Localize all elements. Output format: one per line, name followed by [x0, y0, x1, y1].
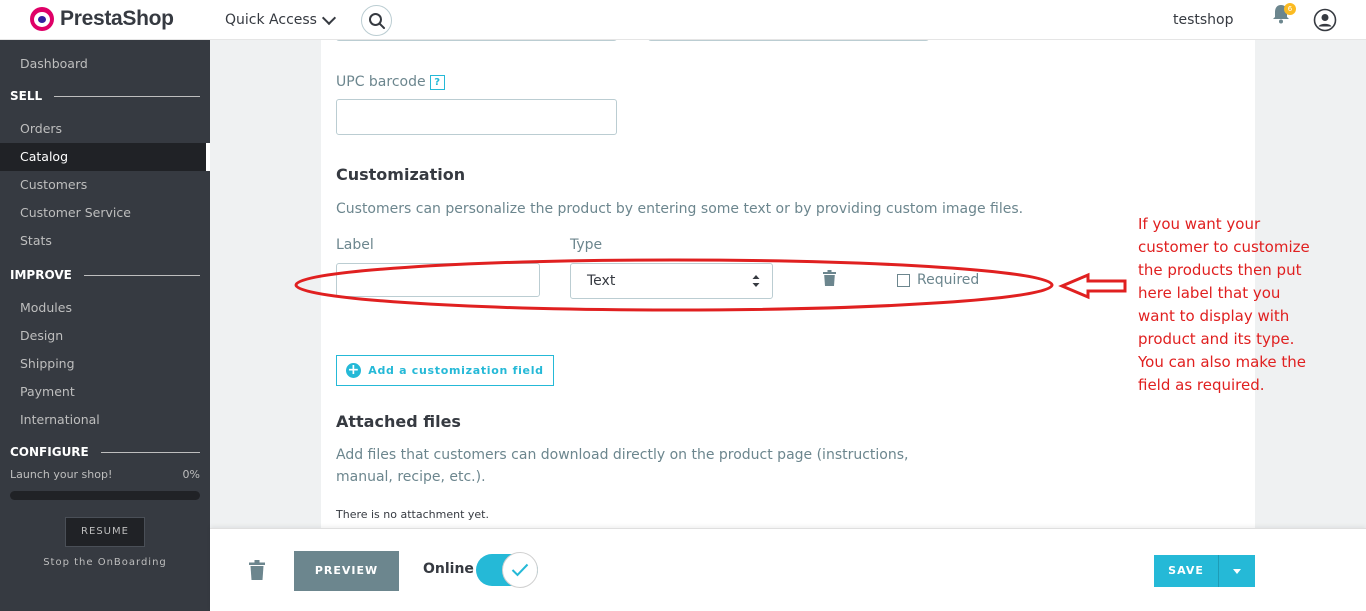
annotation-line: want to display with: [1138, 307, 1290, 325]
product-footer-bar: PREVIEW Online SAVE: [210, 528, 1366, 611]
online-label: Online: [423, 561, 474, 577]
caret-down-icon: [1233, 568, 1241, 574]
customization-description: Customers can personalize the product by…: [336, 201, 1024, 217]
annotation-line: You can also make the: [1138, 353, 1307, 371]
customization-label-input[interactable]: [336, 263, 540, 297]
annotation-line: product and its type.: [1138, 330, 1295, 348]
toggle-knob: [502, 552, 538, 588]
attached-files-description-line2: manual, recipe, etc.).: [336, 469, 486, 485]
delete-customization-icon[interactable]: [823, 270, 836, 286]
upc-label: UPC barcode?: [336, 74, 445, 90]
shop-name-link[interactable]: testshop: [1173, 12, 1234, 28]
no-attachment-text: There is no attachment yet.: [336, 508, 489, 521]
annotation-line: here label that you: [1138, 284, 1281, 302]
preview-button[interactable]: PREVIEW: [294, 551, 399, 591]
sidebar-item-international[interactable]: International: [0, 406, 210, 434]
sidebar: Dashboard SELL Orders Catalog Customers …: [0, 40, 210, 611]
attached-files-title: Attached files: [336, 412, 461, 431]
top-bar: PrestaShop Quick Access testshop 6: [0, 0, 1366, 40]
sidebar-item-customers[interactable]: Customers: [0, 171, 210, 199]
resume-button[interactable]: RESUME: [65, 517, 145, 547]
section-divider: [100, 451, 200, 453]
prestashop-logo[interactable]: PrestaShop: [30, 7, 174, 31]
logo-text: PrestaShop: [60, 7, 174, 30]
delete-product-icon[interactable]: [249, 560, 265, 580]
section-title: IMPROVE: [10, 268, 72, 282]
attached-files-description-line1: Add files that customers can download di…: [336, 447, 909, 463]
launch-progress-text: 0%: [182, 468, 200, 481]
annotation-line: customer to customize: [1138, 238, 1310, 256]
type-select-value: Text: [587, 273, 616, 289]
plus-circle-icon: +: [346, 362, 362, 378]
launch-shop-row: Launch your shop! 0%: [10, 468, 200, 481]
search-button[interactable]: [361, 5, 392, 36]
required-label: Required: [917, 272, 980, 288]
customization-type-select[interactable]: Text: [570, 263, 773, 299]
annotation-line: field as required.: [1138, 376, 1265, 394]
help-icon[interactable]: ?: [429, 75, 445, 90]
sidebar-section-sell: SELL: [10, 89, 200, 103]
select-arrows-icon: [752, 275, 760, 287]
sidebar-item-modules[interactable]: Modules: [0, 294, 210, 322]
sidebar-item-dashboard[interactable]: Dashboard: [0, 50, 210, 78]
label-column-header: Label: [336, 237, 374, 253]
chevron-down-icon: [321, 10, 337, 25]
add-customization-field-button[interactable]: + Add a customization field: [336, 355, 554, 386]
search-icon: [368, 12, 385, 29]
section-divider: [83, 274, 200, 276]
section-divider: [54, 95, 200, 97]
section-title: SELL: [10, 89, 43, 103]
launch-label: Launch your shop!: [10, 468, 113, 481]
sidebar-item-design[interactable]: Design: [0, 322, 210, 350]
sidebar-item-customer-service[interactable]: Customer Service: [0, 199, 210, 227]
section-title: CONFIGURE: [10, 445, 89, 459]
sidebar-section-configure: CONFIGURE: [10, 445, 200, 459]
notification-badge: 6: [1284, 3, 1296, 15]
stop-onboarding-link[interactable]: Stop the OnBoarding: [0, 557, 210, 568]
quick-access-dropdown[interactable]: Quick Access: [225, 10, 337, 28]
upc-label-text: UPC barcode: [336, 74, 426, 90]
sidebar-item-payment[interactable]: Payment: [0, 378, 210, 406]
sidebar-item-catalog[interactable]: Catalog: [0, 143, 210, 171]
save-button[interactable]: SAVE: [1154, 555, 1218, 587]
sidebar-item-stats[interactable]: Stats: [0, 227, 210, 255]
prestashop-logo-icon: [30, 7, 54, 31]
user-avatar-icon[interactable]: [1313, 8, 1337, 32]
annotation-text: If you want your customer to customize t…: [1138, 213, 1338, 397]
sidebar-section-improve: IMPROVE: [10, 268, 200, 282]
add-customization-label: Add a customization field: [368, 364, 544, 377]
required-checkbox[interactable]: [897, 273, 910, 287]
type-column-header: Type: [570, 237, 603, 253]
save-button-group[interactable]: SAVE: [1154, 555, 1255, 587]
annotation-line: the products then put: [1138, 261, 1302, 279]
quick-access-label: Quick Access: [225, 12, 317, 28]
customization-title: Customization: [336, 165, 466, 184]
checkmark-icon: [511, 563, 529, 577]
sidebar-item-orders[interactable]: Orders: [0, 115, 210, 143]
launch-progress-bar: [10, 491, 200, 500]
save-dropdown-toggle[interactable]: [1218, 555, 1255, 587]
upc-barcode-input[interactable]: [336, 99, 617, 135]
required-checkbox-row[interactable]: Required: [897, 272, 979, 288]
sidebar-item-shipping[interactable]: Shipping: [0, 350, 210, 378]
annotation-line: If you want your: [1138, 215, 1261, 233]
online-toggle[interactable]: [476, 552, 538, 588]
